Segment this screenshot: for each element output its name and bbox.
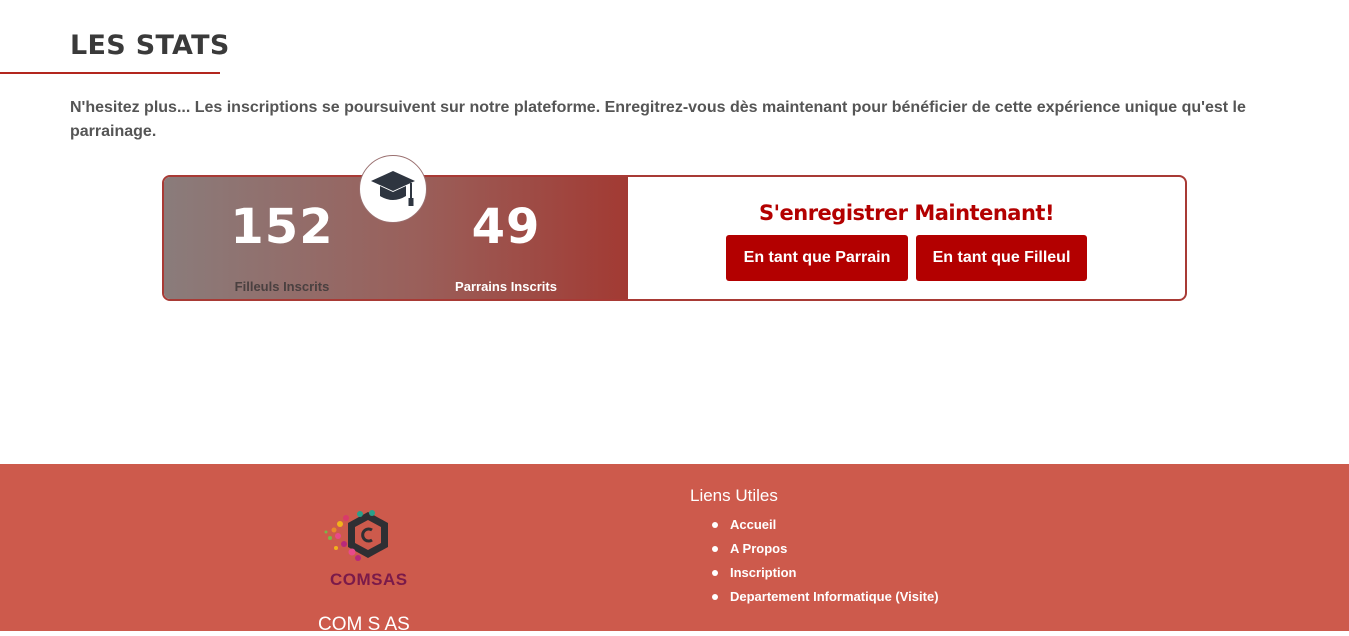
logo-text: COMSAS [330, 570, 408, 589]
footer-link-a-propos[interactable]: A Propos [712, 538, 939, 562]
stats-card: 152 Filleuls Inscrits 49 Parrains Inscri… [162, 175, 1187, 301]
footer: COMSAS COM S AS Liens Utiles Accueil A P… [0, 464, 1349, 635]
footer-link-inscription[interactable]: Inscription [712, 562, 939, 586]
register-parrain-button[interactable]: En tant que Parrain [726, 235, 908, 281]
graduation-cap-icon [371, 171, 415, 206]
graduation-cap-badge [359, 155, 427, 223]
useful-links-list: Accueil A Propos Inscription Departement… [712, 514, 939, 610]
stat-value: 152 [230, 199, 334, 255]
register-area: S'enregistrer Maintenant! En tant que Pa… [628, 177, 1185, 299]
company-name: COM S AS [318, 614, 410, 635]
footer-link-accueil[interactable]: Accueil [712, 514, 939, 538]
title-underline [0, 72, 220, 74]
stat-label: Filleuls Inscrits [234, 279, 330, 294]
register-filleul-button[interactable]: En tant que Filleul [916, 235, 1087, 281]
comsas-logo: COMSAS [322, 508, 418, 598]
stat-parrains: 49 Parrains Inscrits [416, 177, 596, 299]
register-title: S'enregistrer Maintenant! [758, 201, 1055, 225]
stat-label: Parrains Inscrits [455, 279, 557, 294]
stat-filleuls: 152 Filleuls Inscrits [184, 177, 380, 299]
intro-text: N'hesitez plus... Les inscriptions se po… [70, 99, 1246, 140]
useful-links-title: Liens Utiles [690, 486, 778, 505]
footer-link-departement[interactable]: Departement Informatique (Visite) [712, 586, 939, 610]
logo-mark-icon [324, 510, 388, 561]
stats-title: LES STATS [70, 30, 230, 61]
stat-value: 49 [471, 199, 541, 255]
